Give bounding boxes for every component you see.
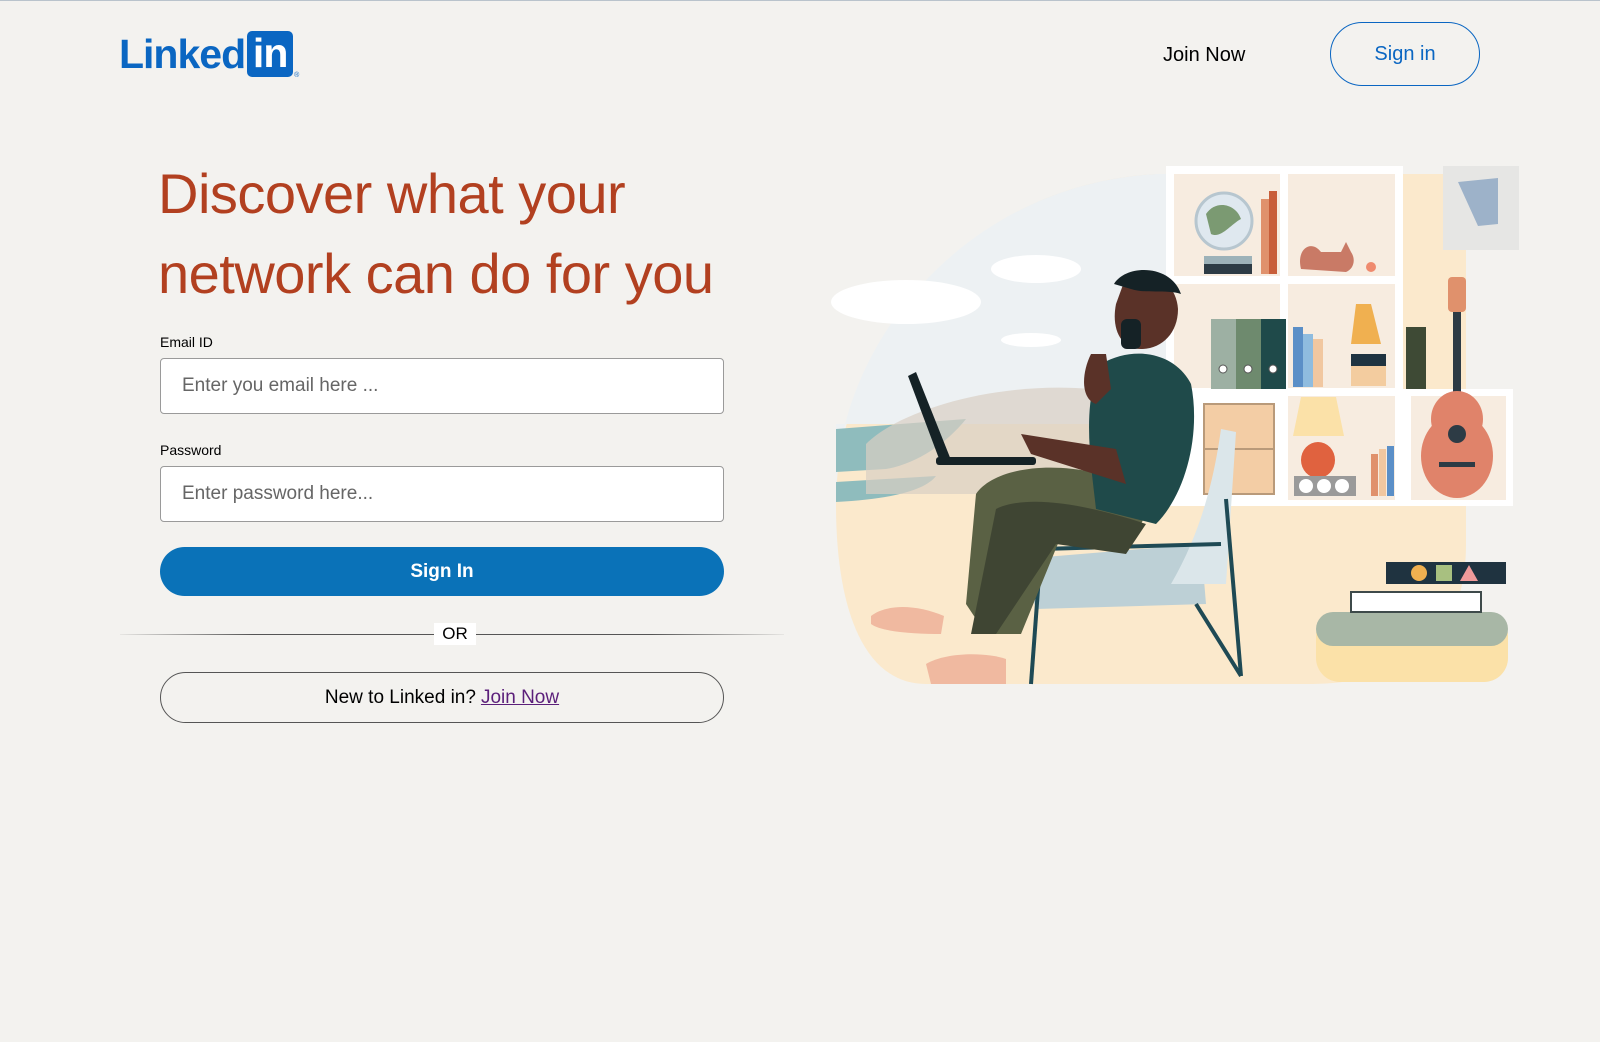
password-input[interactable] (160, 466, 724, 522)
join-prompt-text: New to Linked in? (324, 686, 476, 708)
book (1371, 454, 1378, 496)
radio-dial (1335, 479, 1349, 493)
book-stack (1204, 256, 1252, 264)
email-input[interactable] (160, 358, 724, 414)
square-shape-icon (1436, 565, 1452, 581)
book (1261, 199, 1269, 274)
person-working-on-laptop-illustration (831, 166, 1519, 685)
logo-in-box: in (247, 30, 294, 77)
person-beard (1121, 319, 1141, 349)
password-label: Password (160, 442, 222, 458)
nav-join-now-link[interactable]: Join Now (1163, 39, 1245, 71)
join-now-link[interactable]: Join Now (481, 687, 559, 709)
book (1387, 446, 1394, 496)
radio-dial (1317, 479, 1331, 493)
book-stack (1204, 264, 1252, 274)
book (1379, 449, 1386, 496)
book (1293, 327, 1303, 387)
guitar-soundhole (1448, 425, 1466, 443)
lamp-base (1301, 442, 1335, 478)
lamp-icon (1293, 397, 1344, 436)
cloud-icon (991, 255, 1081, 283)
or-divider-text: OR (434, 623, 476, 645)
guitar-bridge (1439, 462, 1475, 467)
ball (1366, 262, 1376, 272)
book (1313, 339, 1323, 387)
binder-ring (1243, 364, 1253, 374)
cloud-icon (831, 280, 981, 324)
sign-in-button[interactable]: Sign In (160, 547, 724, 596)
book (1269, 191, 1277, 274)
join-now-box: New to Linked in? Join Now (160, 672, 724, 723)
book (1406, 327, 1426, 389)
logo-registered-mark: ® (294, 72, 300, 79)
nav-sign-in-button[interactable]: Sign in (1330, 22, 1480, 86)
email-label: Email ID (160, 334, 213, 350)
book-stack (1350, 591, 1482, 613)
binder (1236, 319, 1261, 389)
binder-ring (1218, 364, 1228, 374)
page-headline: Discover what your network can do for yo… (158, 162, 714, 305)
ottoman-top (1316, 612, 1508, 646)
guitar-head (1448, 277, 1466, 312)
box-lid (1351, 354, 1386, 366)
circle-shape-icon (1411, 565, 1427, 581)
logo-wordmark: Linked (119, 31, 246, 77)
laptop-base (936, 457, 1036, 465)
binder (1211, 319, 1236, 389)
binder-ring (1268, 364, 1278, 374)
cloud-icon (1001, 333, 1061, 347)
book (1303, 334, 1313, 387)
radio-dial (1299, 479, 1313, 493)
linkedin-logo[interactable]: Linked in ® (119, 30, 300, 80)
binder (1261, 319, 1286, 389)
